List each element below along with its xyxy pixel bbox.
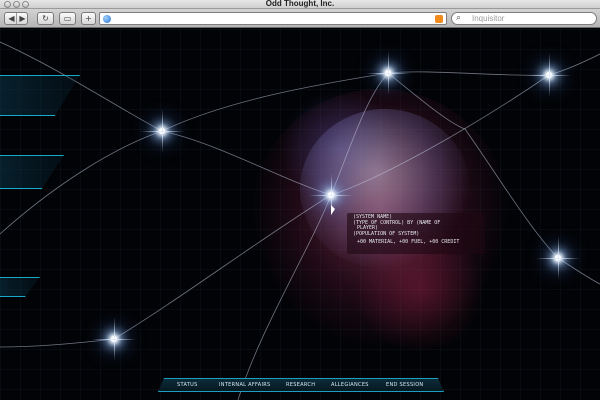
star-system[interactable] xyxy=(536,236,580,280)
tooltip-population: (POPULATION OF SYSTEM) xyxy=(353,230,420,237)
mouse-cursor-icon xyxy=(331,205,335,215)
globe-icon xyxy=(103,15,111,23)
nav-allegiances[interactable]: ALLEGIANCES xyxy=(331,382,369,388)
browser-toolbar: ◀ ▶ ↻ ▭ + ⌕ Inquisitor xyxy=(0,9,600,28)
route-line xyxy=(330,74,550,196)
search-icon: ⌕ xyxy=(456,13,462,23)
route-line xyxy=(330,72,389,196)
add-bookmark-button[interactable]: + xyxy=(81,12,96,25)
route-line xyxy=(113,194,332,340)
route-line xyxy=(0,338,115,348)
search-placeholder: Inquisitor xyxy=(472,14,505,23)
bottom-nav: STATUS INTERNAL AFFAIRS RESEARCH ALLEGIA… xyxy=(158,378,444,392)
route-line xyxy=(557,257,600,285)
tabs-icon: ▭ xyxy=(63,14,72,23)
star-system-selected[interactable] xyxy=(309,173,353,217)
window-title: Odd Thought, Inc. xyxy=(265,0,335,8)
hyperlane-routes xyxy=(0,41,600,400)
nav-status[interactable]: STATUS xyxy=(177,382,198,388)
system-info-tooltip: (SYSTEM NAME) (TYPE OF CONTROL) BY (NAME… xyxy=(347,213,485,254)
route-line xyxy=(237,194,332,400)
star-system[interactable] xyxy=(527,53,571,97)
route-line xyxy=(161,130,332,196)
window-titlebar: Odd Thought, Inc. xyxy=(0,0,600,9)
game-map-viewport[interactable]: (SYSTEM NAME) (TYPE OF CONTROL) BY (NAME… xyxy=(0,29,600,400)
address-bar[interactable] xyxy=(99,12,447,25)
route-line xyxy=(387,71,550,76)
route-line xyxy=(548,53,600,76)
reload-button[interactable]: ↻ xyxy=(37,12,54,25)
back-arrow-icon[interactable]: ◀ xyxy=(7,13,16,24)
star-system[interactable] xyxy=(140,109,184,153)
route-line xyxy=(161,72,389,132)
nav-internal-affairs[interactable]: INTERNAL AFFAIRS xyxy=(219,382,271,388)
tabs-overview-button[interactable]: ▭ xyxy=(59,12,76,25)
forward-arrow-icon[interactable]: ▶ xyxy=(18,13,27,24)
nav-end-session[interactable]: END SESSION xyxy=(386,382,423,388)
star-system[interactable] xyxy=(92,317,136,361)
plus-icon: + xyxy=(85,14,92,23)
back-forward-buttons: ◀ ▶ xyxy=(4,12,28,25)
tooltip-resources: +00 MATERIAL, +00 FUEL, +00 CREDIT xyxy=(357,239,460,246)
star-system[interactable] xyxy=(366,51,410,95)
search-field[interactable]: ⌕ Inquisitor xyxy=(451,12,597,25)
reload-icon: ↻ xyxy=(42,14,49,23)
rss-icon[interactable] xyxy=(435,15,443,23)
nav-research[interactable]: RESEARCH xyxy=(286,382,315,388)
